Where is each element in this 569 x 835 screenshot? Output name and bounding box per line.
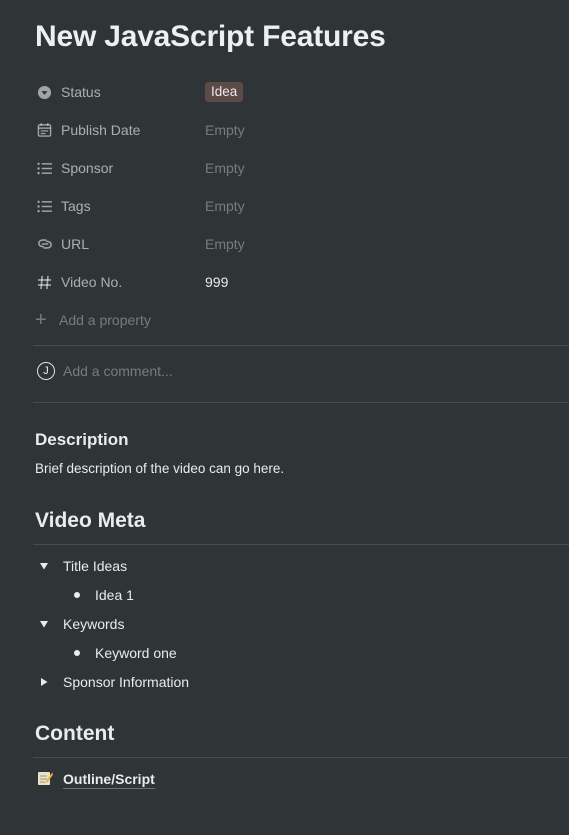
comment-input[interactable]: Add a comment... [63,363,173,379]
list-item-text: Keyword one [95,645,177,661]
avatar: J [37,362,55,380]
property-value-sponsor[interactable]: Empty [205,160,245,176]
property-publish-date[interactable]: Publish Date Empty [33,115,553,145]
property-tags[interactable]: Tags Empty [33,191,553,221]
list-icon [33,197,59,215]
hash-icon [33,273,59,291]
divider [33,345,569,346]
property-url[interactable]: URL Empty [33,229,553,259]
bullet-icon [74,650,80,656]
property-video-no[interactable]: Video No. 999 [33,267,553,297]
toggle-sponsor-information[interactable]: Sponsor Information [39,674,189,690]
add-property-label: Add a property [59,312,151,328]
outline-script-label: Outline/Script [63,771,155,789]
list-item[interactable]: Keyword one [72,645,177,661]
page: New JavaScript Features Status Idea Publ… [0,0,569,835]
property-value-status[interactable]: Idea [205,82,244,102]
content-heading[interactable]: Content [35,722,114,746]
property-label: URL [61,236,90,252]
property-value-url[interactable]: Empty [205,236,245,252]
toggle-keywords[interactable]: Keywords [39,616,124,632]
status-tag: Idea [205,82,244,102]
property-name-tags[interactable]: Tags [33,197,203,215]
property-name-publish-date[interactable]: Publish Date [33,121,203,139]
description-text[interactable]: Brief description of the video can go he… [35,461,284,476]
bullet-icon [74,592,80,598]
add-property-button[interactable]: + Add a property [35,310,151,330]
property-label: Tags [61,198,91,214]
description-heading[interactable]: Description [35,430,129,450]
property-value-publish-date[interactable]: Empty [205,122,245,138]
list-icon [33,159,59,177]
toggle-open-icon[interactable] [39,619,63,629]
toggle-label: Title Ideas [63,558,128,574]
property-value-tags[interactable]: Empty [205,198,245,214]
calendar-icon [33,121,59,139]
divider [33,544,569,545]
video-meta-heading[interactable]: Video Meta [35,509,145,533]
status-icon [33,83,59,101]
memo-icon [37,770,54,789]
comment-box[interactable]: J Add a comment... [37,362,173,380]
list-item[interactable]: Idea 1 [72,587,134,603]
divider [33,402,569,403]
toggle-open-icon[interactable] [39,561,63,571]
property-name-url[interactable]: URL [33,235,203,253]
property-name-video-no[interactable]: Video No. [33,273,203,291]
property-label: Publish Date [61,122,141,138]
outline-script-link[interactable]: Outline/Script [37,770,155,789]
property-value-video-no[interactable]: 999 [205,274,228,290]
property-status[interactable]: Status Idea [33,77,553,107]
plus-icon: + [35,309,47,331]
property-name-sponsor[interactable]: Sponsor [33,159,203,177]
page-title[interactable]: New JavaScript Features [35,20,386,54]
toggle-label: Sponsor Information [63,674,190,690]
property-label: Sponsor [61,160,114,176]
link-icon [33,235,59,253]
divider [33,757,569,758]
list-item-text: Idea 1 [95,587,134,603]
toggle-label: Keywords [63,616,125,632]
toggle-title-ideas[interactable]: Title Ideas [39,558,127,574]
toggle-closed-icon[interactable] [39,677,63,687]
property-label: Status [61,84,101,100]
property-name-status[interactable]: Status [33,83,203,101]
property-label: Video No. [61,274,123,290]
property-sponsor[interactable]: Sponsor Empty [33,153,553,183]
